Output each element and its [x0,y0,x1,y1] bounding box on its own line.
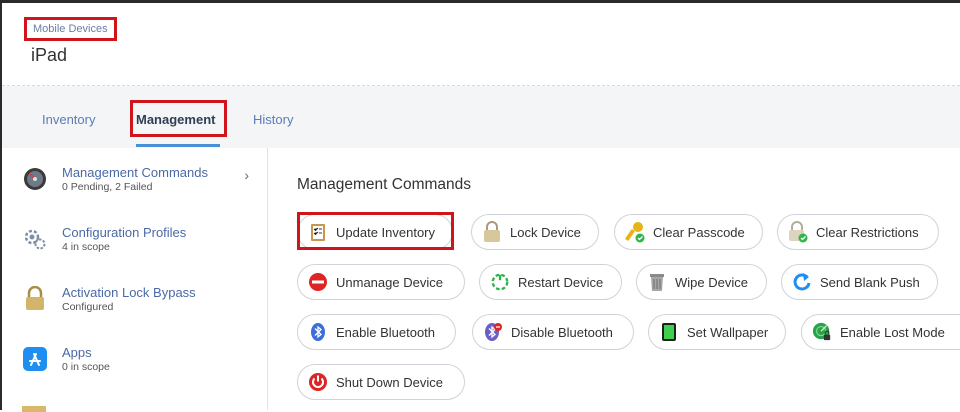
padlock-icon [482,221,502,242]
app-store-icon [22,346,48,372]
sidebar-item-management-commands[interactable]: Management Commands 0 Pending, 2 Failed … [2,148,267,209]
bluetooth-disabled-icon [483,322,503,342]
button-label: Send Blank Push [820,274,920,290]
sidebar-item-title: Activation Lock Bypass [62,285,196,300]
button-label: Lock Device [510,224,581,240]
button-label: Enable Bluetooth [336,324,436,340]
sidebar-item-title: Configuration Profiles [62,225,187,240]
button-label: Clear Passcode [653,224,745,240]
breadcrumb-mobile-devices[interactable]: Mobile Devices [24,17,117,41]
power-icon [308,372,328,392]
sidebar-item-subtitle: Configured [62,301,114,313]
active-tab-indicator [136,144,220,147]
tab-history[interactable]: History [253,103,293,137]
clear-restrictions-button[interactable]: Clear Restrictions [777,214,939,250]
sidebar: Management Commands 0 Pending, 2 Failed … [2,148,268,412]
enable-lost-mode-button[interactable]: Enable Lost Mode [801,314,960,350]
button-label: Wipe Device [675,274,748,290]
button-label: Shut Down Device [336,374,443,390]
refresh-arrow-icon [792,272,812,292]
page-title: iPad [31,45,68,65]
sidebar-item-title: Management Commands [62,165,208,180]
unmanage-device-button[interactable]: Unmanage Device [297,264,465,300]
sidebar-item-subtitle: 0 Pending, 2 Failed [62,181,153,193]
disable-bluetooth-button[interactable]: Disable Bluetooth [472,314,634,350]
sidebar-item-partial[interactable] [2,388,267,412]
wipe-device-button[interactable]: Wipe Device [636,264,767,300]
highlight-box [297,212,454,250]
button-label: Unmanage Device [336,274,443,290]
padlock-check-icon [788,221,808,243]
main-content: Management Commands Update Inventory Loc… [268,148,960,410]
section-title: Management Commands [297,176,472,193]
sidebar-item-activation-lock-bypass[interactable]: Activation Lock Bypass Configured [2,268,267,329]
sidebar-item-apps[interactable]: Apps 0 in scope [2,328,267,389]
shut-down-device-button[interactable]: Shut Down Device [297,364,465,400]
clear-passcode-button[interactable]: Clear Passcode [614,214,763,250]
sidebar-item-title: Apps [62,345,92,360]
bluetooth-icon [308,322,328,342]
key-check-icon [625,222,645,243]
lock-device-button[interactable]: Lock Device [471,214,599,250]
send-blank-push-button[interactable]: Send Blank Push [781,264,938,300]
tab-inventory[interactable]: Inventory [42,103,95,137]
sidebar-item-subtitle: 4 in scope [62,241,110,253]
tab-bar: Inventory Management History [2,86,960,148]
sidebar-item-subtitle: 0 in scope [62,361,110,373]
chevron-right-icon: › [244,167,249,183]
button-label: Enable Lost Mode [840,324,945,340]
button-label: Set Wallpaper [687,324,769,340]
enable-bluetooth-button[interactable]: Enable Bluetooth [297,314,456,350]
trash-can-icon [647,272,667,292]
restart-icon [490,272,510,292]
book-icon [22,406,46,412]
padlock-icon [22,286,48,312]
gauge-icon [22,166,48,192]
no-entry-icon [308,272,328,292]
button-label: Restart Device [518,274,604,290]
restart-device-button[interactable]: Restart Device [479,264,622,300]
set-wallpaper-button[interactable]: Set Wallpaper [648,314,786,350]
button-label: Disable Bluetooth [511,324,613,340]
sidebar-item-configuration-profiles[interactable]: Configuration Profiles 4 in scope [2,208,267,269]
gears-icon [22,226,48,252]
button-label: Clear Restrictions [816,224,919,240]
radar-lock-icon [812,322,832,342]
highlight-box [130,100,227,137]
tablet-wallpaper-icon [659,322,679,342]
page-header: Mobile Devices iPad [2,3,960,86]
